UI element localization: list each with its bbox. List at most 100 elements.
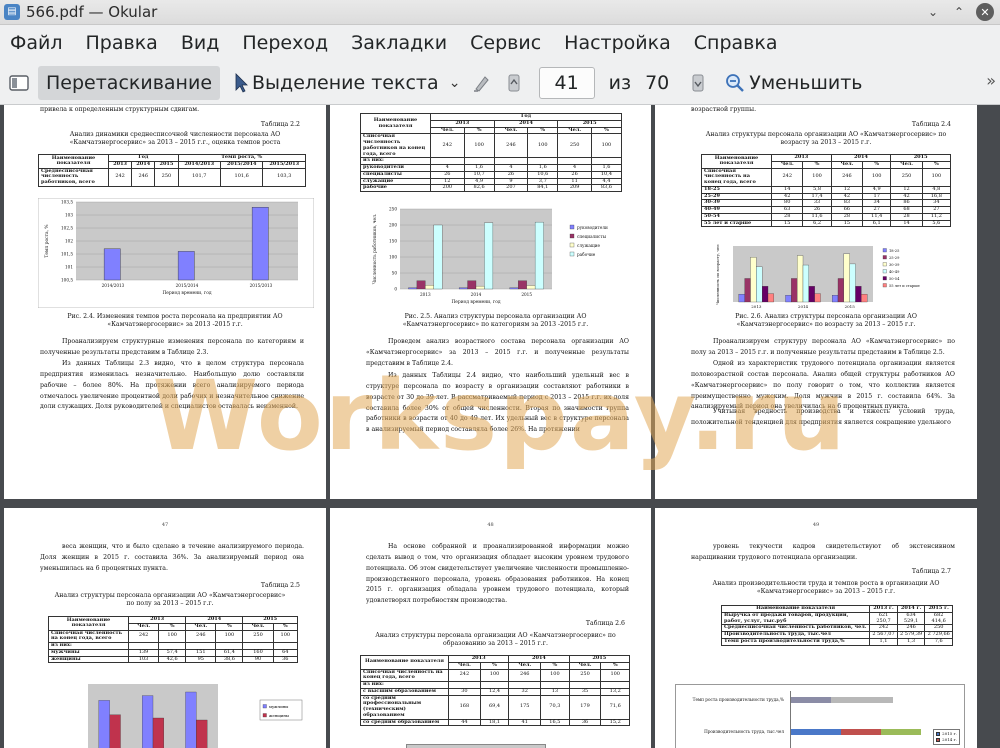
table-row: со средним профессиональным (техническим… xyxy=(360,694,630,720)
table-cell: 28 xyxy=(770,212,804,221)
y-tick-label: 102,5 xyxy=(61,226,73,231)
table-cell: 44 xyxy=(448,718,481,727)
table-cell: 103 xyxy=(127,655,160,664)
table-cell: 179 xyxy=(568,694,602,720)
table-row: 55 лет и старше 15 6,2 15 6,1 14 5,6 xyxy=(701,219,952,228)
x-tick-label: 2013 xyxy=(420,292,431,297)
table-row: мужчины 139 57,4 151 61,4 160 64 xyxy=(48,648,299,657)
table-row: Списочная численность на конец года, все… xyxy=(701,167,952,187)
menu-go[interactable]: Переход xyxy=(242,32,328,54)
chart-staff-categories: 250 200 150 100 50 0 2013 2014 2015 Период времен… xyxy=(373,207,608,306)
y-tick-label: 250 xyxy=(389,207,397,212)
table-cell: 100 xyxy=(527,133,559,159)
toolbar: Перетаскивание Выделение текста ⌄ 41 из … xyxy=(0,61,1000,105)
data-table: Наименование показателя 2013 2014 2015 Чел.… xyxy=(701,154,952,228)
zoom-out-label: Уменьшить xyxy=(749,71,863,94)
table-cell: 84,1 xyxy=(527,184,559,192)
data-table: Наименование показателя 2013 г. 2014 г. … xyxy=(720,605,953,646)
menu-file[interactable]: Файл xyxy=(10,32,63,54)
table-cell: 35 xyxy=(568,687,602,696)
table-cell: 621 250,7 xyxy=(869,611,898,626)
y-tick-label: 0 xyxy=(394,287,397,292)
table-row: специалисты 26 10,7 26 10,6 26 10,4 xyxy=(360,170,623,179)
page-number-input[interactable]: 41 xyxy=(538,66,595,99)
table-cell: 103,3 xyxy=(262,167,306,187)
toolbar-overflow-icon[interactable]: » xyxy=(986,71,996,90)
zoom-out-button[interactable]: Уменьшить xyxy=(717,66,870,100)
table-cell: 682 414,6 xyxy=(924,611,953,626)
menu-bookmarks[interactable]: Закладки xyxy=(351,32,447,54)
table-row: Темп роста производительности труда,% 1,1… xyxy=(720,637,953,646)
chart-bar xyxy=(509,287,519,290)
table-cell: 207 xyxy=(493,184,529,192)
legend-label: специалисты xyxy=(577,234,607,239)
paragraph: Учитывая вредность производства и тяжест… xyxy=(691,408,955,426)
table-header: 2014 xyxy=(493,119,559,128)
document-view[interactable]: привела к определенным структурным сдвиг… xyxy=(0,105,1000,748)
legend-label: женщины xyxy=(269,713,289,718)
sidebar-toggle-icon[interactable] xyxy=(8,72,30,94)
okular-app-icon[interactable]: ▤ xyxy=(4,4,20,20)
legend-swatch xyxy=(262,704,267,709)
chart-bar xyxy=(408,287,418,290)
table-cell: 634 529,1 xyxy=(896,611,926,626)
table-cell: 175 xyxy=(508,694,542,720)
chart-bar xyxy=(785,295,792,303)
chart-productivity: Темп роста производительности труда,% Пр… xyxy=(675,684,965,748)
legend-label: служащие xyxy=(577,243,601,248)
chart-education-structure xyxy=(406,744,546,748)
table-cell: 10,7 xyxy=(463,170,495,179)
table-cell: с высшим образованием xyxy=(360,687,449,696)
text-select-tool-button[interactable]: Выделение текста xyxy=(220,66,441,100)
y-tick-label: 103,5 xyxy=(61,200,73,205)
menu-help[interactable]: Справка xyxy=(694,32,778,54)
table-header: 2013 xyxy=(107,160,133,169)
table-cell: 15,2 xyxy=(600,718,630,727)
next-page-icon[interactable] xyxy=(687,72,709,94)
browse-tool-button[interactable]: Перетаскивание xyxy=(38,65,221,100)
table-header: % xyxy=(463,126,495,135)
table-row: женщины 103 42,6 95 38,6 90 36 xyxy=(48,655,299,664)
table-cell: 32 xyxy=(508,687,542,696)
chart-bar xyxy=(849,263,856,303)
table-cell: 82,6 xyxy=(463,184,495,192)
table-caption: Анализ динамики среднесписочной численно… xyxy=(69,131,281,147)
chart-bar xyxy=(152,717,164,748)
minimize-icon[interactable]: ⌄ xyxy=(924,3,942,21)
menu-settings[interactable]: Настройка xyxy=(564,32,671,54)
close-icon[interactable]: ✕ xyxy=(976,3,994,21)
chevron-down-icon[interactable]: ⌄ xyxy=(447,72,463,94)
table-row: со средним образованием 44 18,1 41 16,5 36 15,… xyxy=(360,718,630,727)
table-row: 18-25 14 5,8 12 4,9 12 4,8 xyxy=(701,185,952,194)
menu-tools[interactable]: Сервис xyxy=(470,32,541,54)
table-row: 50-54 28 11,6 28 11,4 28 11,2 xyxy=(701,212,952,221)
table-cell: 12,4 xyxy=(479,687,510,696)
menu-view[interactable]: Вид xyxy=(181,32,220,54)
table-cell: 151 xyxy=(185,648,217,657)
legend-label: мужчины xyxy=(269,704,288,709)
y-tick-label: 100,5 xyxy=(61,278,73,283)
chart-bar xyxy=(738,294,745,303)
x-tick-label: 2013 xyxy=(751,304,762,309)
table-cell: 36 xyxy=(568,718,602,727)
table-cell: 42,6 xyxy=(158,655,187,664)
highlighter-icon[interactable] xyxy=(471,72,493,94)
title-bar: ▤ 566.pdf — Okular ⌄ ⌃ ✕ xyxy=(0,0,1000,25)
table-header: 2015/2014 xyxy=(219,160,264,169)
maximize-icon[interactable]: ⌃ xyxy=(950,3,968,21)
paragraph: Проанализируем структуру персонала АО «К… xyxy=(691,338,955,356)
chart-age-structure: 2013 2014 2015 Численность по возрасту, чел… xyxy=(715,244,920,309)
chart-bar xyxy=(416,280,426,290)
chart-bar xyxy=(831,697,893,703)
previous-page-icon[interactable] xyxy=(503,72,525,94)
x-tick-label: 2015 xyxy=(845,304,856,309)
chart-bar xyxy=(802,264,809,303)
table-number: Таблица 2.4 xyxy=(911,121,951,128)
chart-bar xyxy=(109,714,121,748)
menu-edit[interactable]: Правка xyxy=(86,32,158,54)
x-tick-label: 2014 xyxy=(471,292,482,297)
table-cell: 100 xyxy=(600,668,630,682)
pdf-page-48: 48 На основе собранной и проанализирован… xyxy=(330,508,651,748)
table-header: 2014/2013 xyxy=(177,160,221,169)
table-cell: 4,9 xyxy=(862,185,892,194)
